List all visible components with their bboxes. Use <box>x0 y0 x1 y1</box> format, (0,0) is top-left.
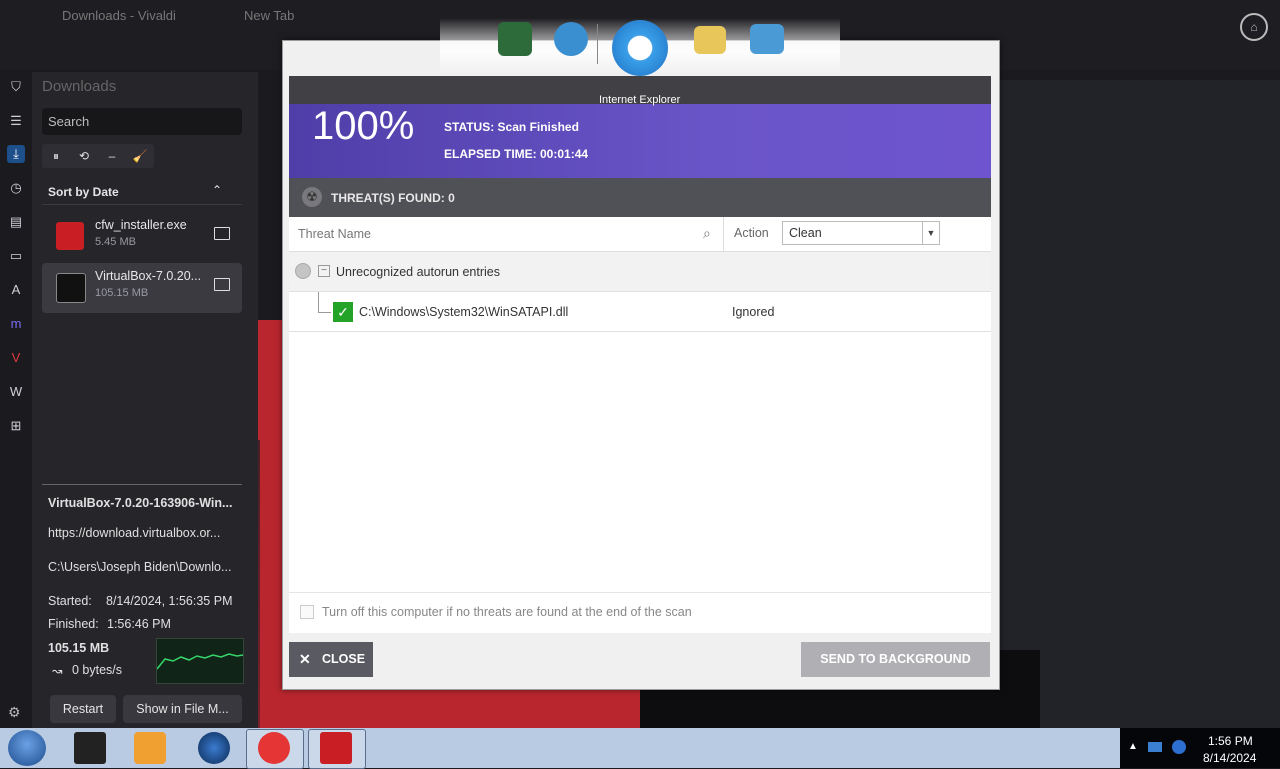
chevron-up-icon[interactable]: ⌃ <box>212 183 222 197</box>
close-button[interactable]: ✕ CLOSE <box>289 642 373 677</box>
detail-size: 105.15 MB <box>48 641 110 655</box>
add-panel-icon[interactable]: ⊞ <box>7 417 25 435</box>
turn-off-checkbox[interactable] <box>300 605 314 619</box>
search-icon[interactable]: ⌕ <box>703 225 711 242</box>
elapsed-time: ELAPSED TIME: 00:01:44 <box>444 147 589 161</box>
comodo-red-icon <box>56 222 84 250</box>
speed-graph <box>156 638 244 684</box>
comodo-taskbar-icon[interactable] <box>320 732 352 764</box>
sort-label[interactable]: Sort by Date <box>48 185 119 199</box>
tree-line <box>318 292 331 313</box>
close-icon: ✕ <box>299 651 311 667</box>
detail-finished-label: Finished: <box>48 617 99 631</box>
virtualbox-icon <box>56 273 86 303</box>
clock-date[interactable]: 8/14/2024 <box>1203 751 1256 765</box>
scan-percent: 100% <box>312 104 415 148</box>
mail-icon[interactable] <box>694 26 726 54</box>
detail-url[interactable]: https://download.virtualbox.or... <box>48 526 220 540</box>
virtualbox-taskbar-icon[interactable] <box>74 732 106 764</box>
checkbox-checked-icon[interactable]: ✓ <box>333 302 353 322</box>
dock-bar <box>440 18 840 76</box>
download-item[interactable]: VirtualBox-7.0.20... 105.15 MB <box>42 263 242 313</box>
wikipedia-icon[interactable]: W <box>7 383 25 401</box>
restart-button[interactable]: Restart <box>50 695 116 723</box>
update-icon[interactable] <box>554 22 588 56</box>
dock-separator <box>597 24 598 64</box>
download-item[interactable]: cfw_installer.exe 5.45 MB <box>42 212 242 262</box>
resume-icon[interactable]: ⟲ <box>74 147 94 165</box>
gear-icon <box>295 263 311 279</box>
detail-started: 8/14/2024, 1:56:35 PM <box>106 594 233 608</box>
collapse-icon[interactable]: − <box>318 265 330 277</box>
reading-list-icon[interactable]: ☰ <box>7 112 25 130</box>
pause-icon[interactable]: ⏸ <box>46 147 66 165</box>
history-icon[interactable]: ◷ <box>7 179 25 197</box>
settings-icon[interactable]: ⚙ <box>8 704 21 721</box>
translate-icon[interactable]: A <box>7 281 25 299</box>
detail-started-label: Started: <box>48 594 92 608</box>
download-size: 105.15 MB <box>95 287 149 299</box>
action-select-value: Clean <box>789 226 822 240</box>
start-button[interactable] <box>8 730 46 766</box>
download-size: 5.45 MB <box>95 236 136 248</box>
media-player-icon[interactable] <box>134 732 166 764</box>
clock-time[interactable]: 1:56 PM <box>1208 734 1253 748</box>
comodo-tray-icon[interactable] <box>1172 740 1186 754</box>
browser-sidebar: ⛉ ☰ ⤓ ◷ ▤ ▭ A m V W ⊞ <box>0 72 32 732</box>
bookmarks-icon[interactable]: ⛉ <box>7 78 25 96</box>
threat-status: Ignored <box>732 305 775 319</box>
turn-off-label[interactable]: Turn off this computer if no threats are… <box>322 605 692 619</box>
browser-tab-new[interactable]: New Tab <box>244 8 294 23</box>
action-select[interactable]: Clean ▼ <box>782 221 940 245</box>
folder-icon[interactable] <box>214 227 230 240</box>
column-action: Action <box>734 226 769 240</box>
detail-speed: 0 bytes/s <box>72 663 123 677</box>
tray-expand-icon[interactable]: ▲ <box>1128 741 1138 752</box>
vivaldi-icon[interactable]: V <box>7 349 25 367</box>
send-to-background-button[interactable]: SEND TO BACKGROUND <box>801 642 990 677</box>
task-manager-icon[interactable] <box>498 22 532 56</box>
folder-icon[interactable] <box>214 278 230 291</box>
speed-icon: ↝ <box>52 664 63 678</box>
threat-path: C:\Windows\System32\WinSATAPI.dll <box>359 305 569 319</box>
messenger-icon[interactable] <box>750 24 784 54</box>
vivaldi-menu-icon[interactable]: ⌂ <box>1240 13 1268 41</box>
scan-status: STATUS: Scan Finished <box>444 120 579 134</box>
internet-explorer-icon[interactable] <box>612 20 668 76</box>
detail-finished: 1:56:46 PM <box>107 617 171 631</box>
detail-path[interactable]: C:\Users\Joseph Biden\Downlo... <box>48 560 231 574</box>
download-name: cfw_installer.exe <box>95 218 187 232</box>
clear-icon[interactable]: 🧹 <box>130 147 150 165</box>
close-label: CLOSE <box>322 652 366 666</box>
desktop-background-dark <box>980 80 1280 730</box>
detail-filename: VirtualBox-7.0.20-163906-Win... <box>48 496 233 510</box>
downloads-icon[interactable]: ⤓ <box>7 145 25 163</box>
show-in-file-manager-button[interactable]: Show in File M... <box>123 695 242 723</box>
window-panel-icon[interactable]: ▭ <box>7 247 25 265</box>
downloads-panel <box>32 72 258 732</box>
column-divider <box>723 217 724 251</box>
taskbar <box>0 728 1280 768</box>
mastodon-icon[interactable]: m <box>7 315 25 333</box>
panel-title: Downloads <box>42 78 117 95</box>
radiation-icon: ☢ <box>302 187 322 207</box>
remove-icon[interactable]: – <box>102 147 122 165</box>
vivaldi-taskbar-icon[interactable] <box>258 732 290 764</box>
group-label: Unrecognized autorun entries <box>336 265 500 279</box>
dock-tooltip: Internet Explorer <box>599 94 681 106</box>
divider <box>42 484 242 485</box>
globe-icon[interactable] <box>198 732 230 764</box>
chevron-down-icon[interactable]: ▼ <box>922 222 939 244</box>
threats-found: THREAT(S) FOUND: 0 <box>331 191 455 205</box>
notes-icon[interactable]: ▤ <box>7 213 25 231</box>
downloads-search-input[interactable]: Search <box>42 108 242 135</box>
download-name: VirtualBox-7.0.20... <box>95 269 202 283</box>
browser-tab-downloads[interactable]: Downloads - Vivaldi <box>62 8 176 23</box>
network-icon[interactable] <box>1148 742 1162 752</box>
column-threat-name[interactable]: Threat Name <box>298 227 371 241</box>
downloads-toolbar: ⏸ ⟲ – 🧹 <box>42 144 154 168</box>
